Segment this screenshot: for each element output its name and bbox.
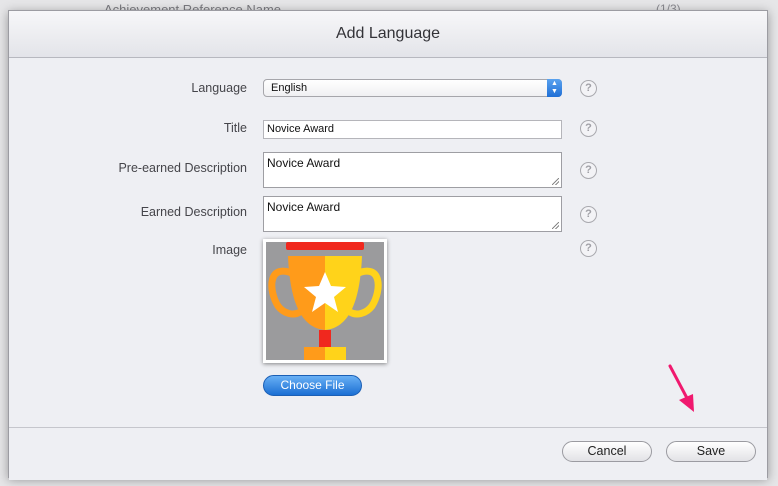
earned-help-icon[interactable]: ? xyxy=(580,206,597,223)
language-select-value: English xyxy=(271,82,308,94)
earned-description-value: Novice Award xyxy=(267,200,341,214)
dialog-title: Add Language xyxy=(9,11,767,58)
pre-earned-description-textarea[interactable]: Novice Award xyxy=(263,152,562,188)
pre-earned-help-icon[interactable]: ? xyxy=(580,162,597,179)
trophy-icon xyxy=(266,242,384,360)
image-label: Image xyxy=(212,243,247,257)
cancel-button[interactable]: Cancel xyxy=(562,441,652,462)
pre-earned-description-label: Pre-earned Description xyxy=(118,161,247,175)
resize-grip-icon[interactable] xyxy=(552,222,559,229)
save-button[interactable]: Save xyxy=(666,441,756,462)
title-help-icon[interactable]: ? xyxy=(580,120,597,137)
language-select[interactable]: English ▲ ▼ xyxy=(263,79,562,97)
image-help-icon[interactable]: ? xyxy=(580,240,597,257)
choose-file-button[interactable]: Choose File xyxy=(263,375,362,396)
language-label: Language xyxy=(191,81,247,95)
title-input[interactable]: Novice Award xyxy=(263,120,562,139)
dialog-footer: Cancel Save xyxy=(9,427,767,480)
select-arrows-icon: ▲ ▼ xyxy=(547,79,562,97)
earned-description-label: Earned Description xyxy=(140,205,247,219)
title-label: Title xyxy=(223,121,247,135)
language-help-icon[interactable]: ? xyxy=(580,80,597,97)
add-language-dialog: Add Language Language English ▲ ▼ ? Title… xyxy=(8,10,768,480)
annotation-arrow-icon xyxy=(668,364,694,412)
earned-description-textarea[interactable]: Novice Award xyxy=(263,196,562,232)
resize-grip-icon[interactable] xyxy=(552,178,559,185)
pre-earned-description-value: Novice Award xyxy=(267,156,341,170)
image-preview xyxy=(263,239,387,363)
